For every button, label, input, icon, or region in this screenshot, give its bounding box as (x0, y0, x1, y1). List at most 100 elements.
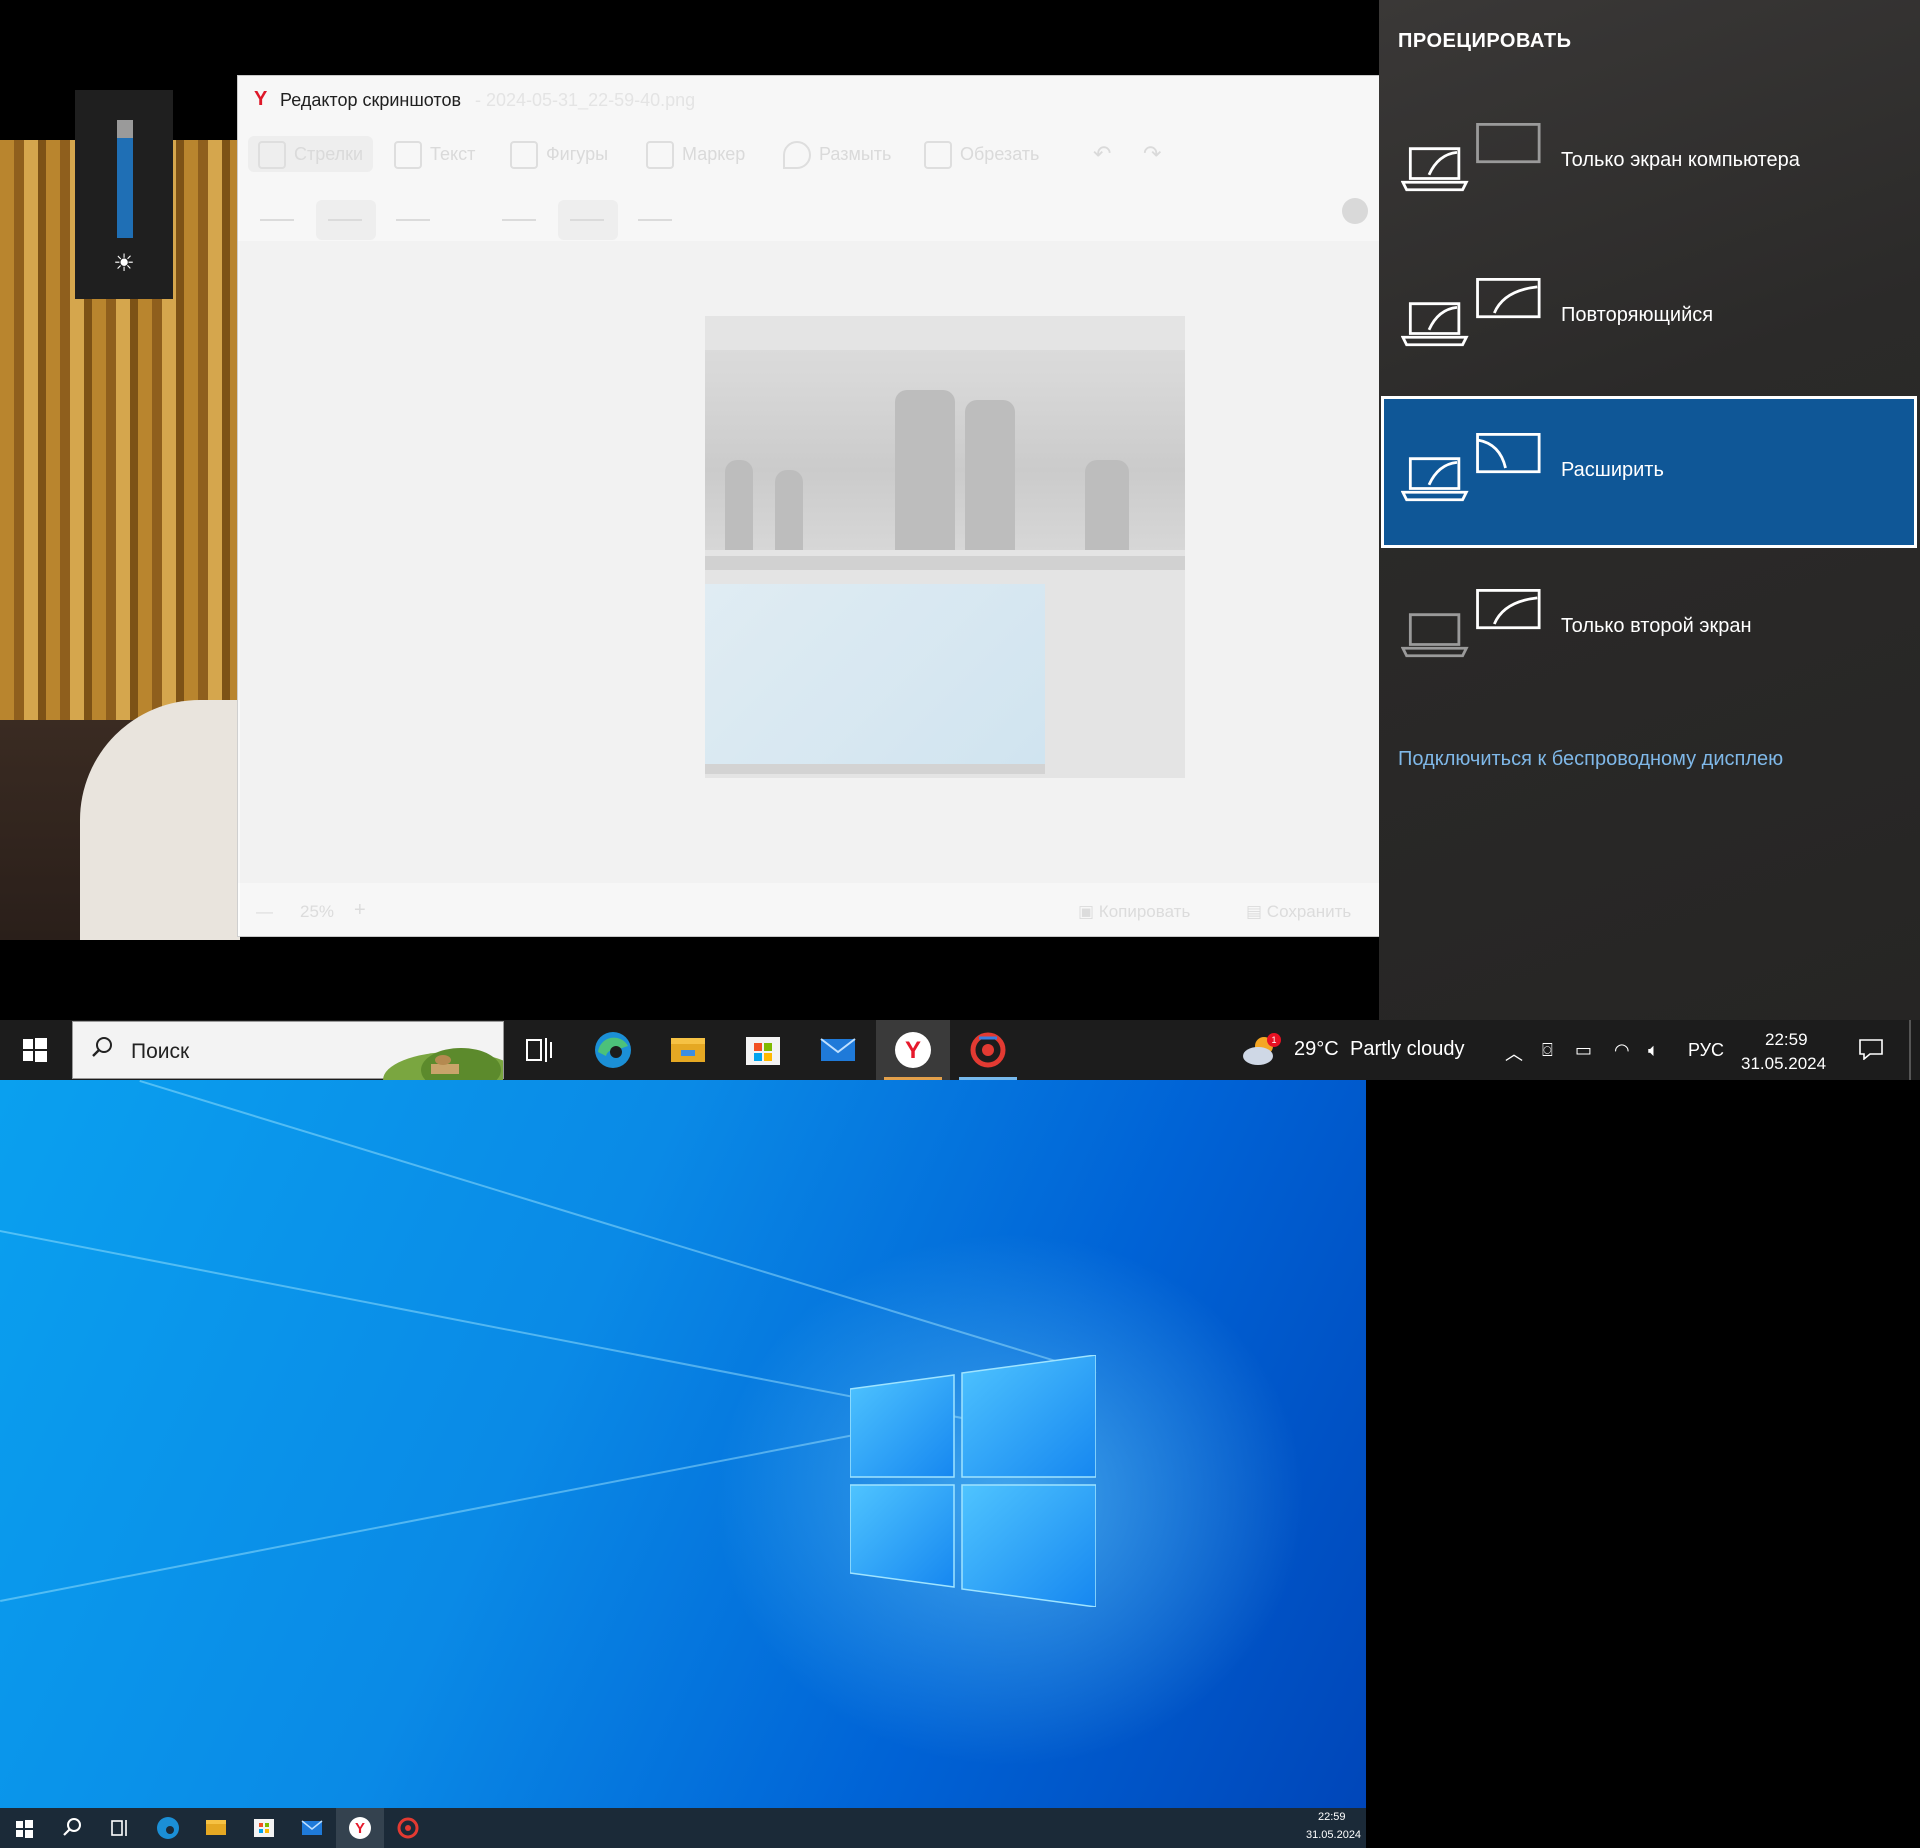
secondary-taskbar: Y 22:59 31.05.2024 (0, 1808, 1366, 1848)
tool-arrows[interactable]: Стрелки (248, 136, 374, 172)
show-desktop-button[interactable] (1909, 1020, 1911, 1080)
arrow-style-5[interactable] (558, 200, 618, 240)
search-highlight-illustration (383, 1048, 503, 1080)
clock-time[interactable]: 22:59 (1765, 1030, 1808, 1050)
editor-titlebar: Y Редактор скриншотов - 2024-05-31_22-59… (238, 76, 1380, 122)
pc-screen-only-option[interactable]: Только экран компьютера (1381, 86, 1917, 238)
light-beam (0, 1428, 884, 1602)
secondary-search-button[interactable] (48, 1808, 96, 1848)
primary-monitor: ☀ Y Редактор скриншотов - 2024-05-31_22-… (0, 0, 1920, 1080)
connect-wireless-display-link[interactable]: Подключиться к беспроводному дисплею (1398, 748, 1783, 771)
copy-button[interactable]: ▣ Копировать (1078, 902, 1190, 922)
weather-badge: 1 (1271, 1035, 1276, 1045)
start-button[interactable] (0, 1020, 70, 1080)
extend-option[interactable]: Расширить (1381, 396, 1917, 548)
tool-marker-label: Маркер (682, 144, 746, 164)
screenshot-app-taskbar-button[interactable] (951, 1020, 1025, 1080)
svg-text:Y: Y (355, 1820, 365, 1837)
brightness-slider[interactable] (117, 120, 133, 238)
empty-display-area (1366, 1080, 1920, 1848)
yandex-taskbar-button[interactable]: Y (876, 1020, 950, 1080)
screenshot-app-icon (970, 1032, 1006, 1068)
chevron-up-icon: ︿ (1505, 1044, 1523, 1064)
volume-icon[interactable]: 🔈︎ (1648, 1040, 1659, 1061)
file-explorer-taskbar-button[interactable] (651, 1020, 725, 1080)
redo-button[interactable]: ↷ (1143, 136, 1161, 172)
secondary-clock-date[interactable]: 31.05.2024 (1306, 1829, 1361, 1841)
show-hidden-icons-button[interactable]: ︿ (1505, 1040, 1523, 1066)
editor-filename: - 2024-05-31_22-59-40.png (475, 90, 696, 110)
weather-condition: Partly cloudy (1350, 1038, 1465, 1060)
yandex-icon: Y (895, 1032, 931, 1068)
save-icon: ▤ (1246, 902, 1263, 921)
input-language[interactable]: РУС (1688, 1040, 1724, 1061)
secondary-edge-button[interactable] (144, 1808, 192, 1848)
arrow-style-6[interactable] (626, 200, 686, 240)
editor-footer: — 25% + ▣ Копировать ▤ Сохранить (238, 892, 1380, 934)
arrow-style-4[interactable] (490, 200, 550, 240)
text-icon (394, 141, 422, 170)
tool-blur[interactable]: Размыть (783, 136, 891, 172)
preview-photo (705, 350, 1185, 550)
secondary-start-button[interactable] (0, 1808, 48, 1848)
screenshot-editor-window: Y Редактор скриншотов - 2024-05-31_22-59… (237, 75, 1381, 937)
screenshot-preview-image (705, 316, 1185, 778)
tool-text[interactable]: Текст (394, 136, 475, 172)
color-picker[interactable] (1342, 198, 1368, 224)
wifi-icon[interactable]: ◠ (1614, 1040, 1630, 1061)
arrow-style-1[interactable] (248, 200, 308, 240)
second-screen-only-icon (1401, 588, 1541, 658)
store-icon (746, 1037, 780, 1065)
task-view-icon (111, 1820, 127, 1836)
yandex-logo-icon: Y (254, 88, 268, 110)
tool-marker[interactable]: Маркер (646, 136, 745, 172)
svg-text:Y: Y (905, 1037, 921, 1064)
weather-widget[interactable]: 1 29°C Partly cloudy (1230, 1020, 1470, 1080)
battery-icon[interactable]: ▭ (1575, 1040, 1592, 1061)
secondary-mail-button[interactable] (288, 1808, 336, 1848)
task-view-button[interactable] (502, 1020, 576, 1080)
task-view-icon (526, 1038, 552, 1062)
brightness-flyout[interactable]: ☀ (75, 90, 173, 299)
secondary-clock-time[interactable]: 22:59 (1318, 1811, 1346, 1823)
preview-toolbar (705, 556, 1185, 570)
pc-screen-only-label: Только экран компьютера (1561, 149, 1800, 171)
light-beam (139, 1080, 1097, 1375)
arrow-style-3[interactable] (384, 200, 444, 240)
secondary-yandex-button[interactable]: Y (336, 1808, 384, 1848)
explorer-icon (671, 1038, 705, 1062)
tool-shapes-label: Фигуры (546, 144, 609, 164)
edge-taskbar-button[interactable] (576, 1020, 650, 1080)
search-box[interactable]: Поиск (72, 1021, 504, 1080)
arrow-style-2[interactable] (316, 200, 376, 240)
zoom-out-button[interactable]: — (256, 902, 273, 922)
store-taskbar-button[interactable] (726, 1020, 800, 1080)
secondary-task-view-button[interactable] (96, 1808, 144, 1848)
tool-shapes[interactable]: Фигуры (510, 136, 608, 172)
secondary-explorer-button[interactable] (192, 1808, 240, 1848)
action-center-icon[interactable] (1858, 1038, 1884, 1060)
search-icon (92, 1037, 112, 1057)
secondary-store-button[interactable] (240, 1808, 288, 1848)
undo-button[interactable]: ↶ (1093, 136, 1111, 172)
zoom-in-button[interactable]: + (354, 899, 366, 922)
duplicate-label: Повторяющийся (1561, 304, 1714, 326)
mail-icon (301, 1820, 323, 1835)
copy-icon: ▣ (1078, 902, 1095, 921)
secondary-screenshot-app-button[interactable] (384, 1808, 432, 1848)
tool-crop[interactable]: Обрезать (924, 136, 1039, 172)
copy-button-label: Копировать (1098, 902, 1191, 921)
marker-icon (646, 141, 674, 170)
clock-date[interactable]: 31.05.2024 (1741, 1054, 1826, 1074)
undo-icon: ↶ (1093, 141, 1112, 166)
duplicate-option[interactable]: Повторяющийся (1381, 241, 1917, 393)
zoom-level: 25% (300, 902, 335, 921)
mail-taskbar-button[interactable] (801, 1020, 875, 1080)
meet-now-icon[interactable]: ⌼ (1542, 1040, 1553, 1061)
extend-icon (1401, 433, 1541, 502)
second-screen-only-option[interactable]: Только второй экран (1381, 552, 1917, 704)
windows-logo-wallpaper (850, 1355, 1096, 1607)
save-button[interactable]: ▤ Сохранить (1246, 902, 1351, 922)
mail-icon (820, 1038, 856, 1061)
redo-icon: ↷ (1143, 141, 1162, 166)
